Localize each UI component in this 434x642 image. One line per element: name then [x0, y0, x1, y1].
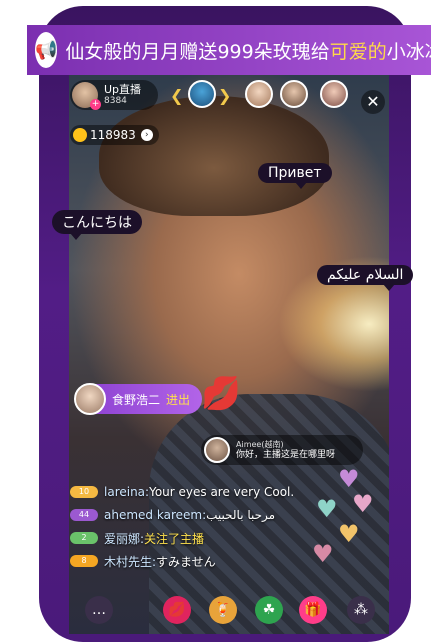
message-body: 你好，主播这是在哪里呀: [236, 449, 336, 460]
host-name: Up直播: [104, 83, 142, 96]
user-level-badge: 44: [70, 509, 98, 521]
entrant-name: 食野浩二: [112, 392, 161, 407]
user-level-badge: 2: [70, 532, 98, 544]
entrant-avatar[interactable]: [74, 383, 106, 415]
heart-icon: ♥: [338, 465, 360, 493]
megaphone-icon: 📢: [35, 32, 58, 68]
entrant-notice: 食野浩二 进出: [74, 383, 203, 415]
chat-message: 2 爱丽娜: 关注了主播: [70, 527, 294, 549]
host-id: 8384: [104, 96, 127, 106]
chat-text: مرحبا بالحبيب: [206, 508, 276, 522]
heart-icon: ♥: [338, 520, 360, 548]
chat-message: 10 lareina: Your eyes are very Cool.: [70, 481, 294, 503]
viewer-avatar[interactable]: [245, 80, 273, 108]
close-icon[interactable]: ✕: [361, 90, 385, 114]
more-icon[interactable]: ⁂: [347, 596, 375, 624]
chat-username[interactable]: 木村先生:: [104, 553, 156, 570]
chat-username[interactable]: ahemed kareem:: [104, 508, 206, 522]
lips-gift-icon: 💋: [201, 374, 241, 412]
chat-text: 关注了主播: [144, 531, 205, 546]
translation-bubble-russian: Привет: [258, 163, 332, 189]
banner-count: 999: [217, 40, 254, 63]
clover-icon[interactable]: ☘: [255, 596, 283, 624]
chat-message: 8 木村先生: すみません: [70, 550, 294, 572]
top-fan-avatar[interactable]: [188, 80, 216, 108]
chat-text: Your eyes are very Cool.: [149, 485, 295, 499]
translation-bubble-japanese: こんにちは: [52, 210, 142, 240]
banner-highlight: 可爱的: [329, 40, 387, 63]
chevron-right-icon: ›: [140, 129, 153, 141]
heart-icon: ♥: [312, 540, 334, 568]
host-avatar[interactable]: +: [72, 82, 101, 110]
message-sender-avatar: [204, 437, 230, 463]
gift-icon[interactable]: 🎁: [299, 596, 327, 624]
message-sender-name: Aimee(越南): [236, 439, 284, 449]
video-subject-hair: [99, 96, 329, 216]
user-level-badge: 8: [70, 555, 98, 567]
gift-banner-text: 仙女般的月月赠送999朵玫瑰给可爱的小冰冰: [65, 37, 434, 64]
banner-item: 朵玫瑰给: [253, 40, 330, 63]
banner-prefix: 仙女般的月月赠送: [65, 40, 218, 63]
chat-username[interactable]: 爱丽娜:: [104, 530, 144, 547]
chat-message: 44 ahemed kareem: مرحبا بالحبيب: [70, 504, 294, 526]
user-level-badge: 10: [70, 486, 98, 498]
message-card[interactable]: Aimee(越南) 你好，主播这是在哪里呀: [201, 435, 363, 465]
viewer-avatar[interactable]: [280, 80, 308, 108]
gift-banner: 📢 仙女般的月月赠送999朵玫瑰给可爱的小冰冰: [27, 25, 434, 75]
bottom-action-bar: … 💋 🍹 ☘ 🎁 ⁂: [69, 590, 389, 626]
coin-icon: [73, 128, 87, 142]
follow-plus-icon[interactable]: +: [90, 99, 101, 110]
viewer-avatar[interactable]: [320, 80, 348, 108]
wing-right-icon: ❯: [218, 86, 232, 105]
chat-bubble-icon[interactable]: …: [85, 596, 113, 624]
lips-icon[interactable]: 💋: [163, 596, 191, 624]
coin-counter[interactable]: 118983 ›: [70, 125, 159, 145]
wing-left-icon: ❮: [170, 86, 184, 105]
translation-bubble-arabic: السلام عليكم: [317, 265, 414, 291]
entrant-action: 进出: [166, 392, 191, 407]
coin-amount: 118983: [90, 128, 136, 142]
drink-icon[interactable]: 🍹: [209, 596, 237, 624]
chat-username[interactable]: lareina:: [104, 485, 149, 499]
heart-icon: ♥: [352, 490, 374, 518]
chat-text: すみません: [156, 554, 216, 569]
heart-icon: ♥: [316, 495, 338, 523]
banner-receiver: 小冰冰: [386, 40, 434, 63]
host-info-pill[interactable]: + Up直播 8384: [70, 80, 158, 110]
chat-list: 10 lareina: Your eyes are very Cool. 44 …: [70, 481, 294, 573]
